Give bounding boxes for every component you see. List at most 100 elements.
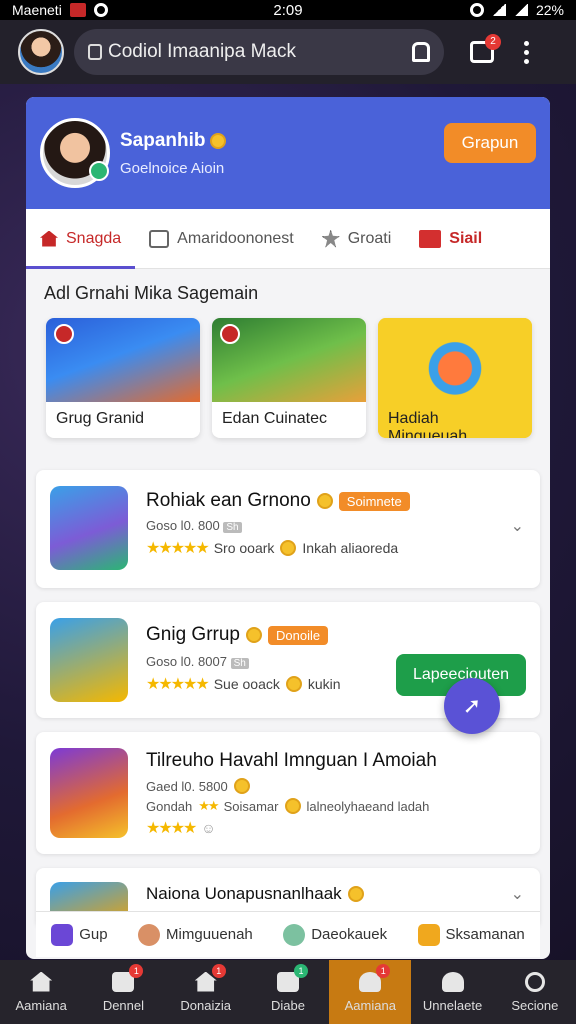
featured-tiles: Grug Granid Edan Cuinatec Hadiah Mingueu… — [26, 312, 550, 438]
signal-icon — [513, 4, 528, 16]
chart-icon — [419, 229, 442, 248]
rating-text: Sue ooack — [213, 676, 280, 692]
coin-icon — [347, 886, 364, 902]
featured-tile[interactable]: Hadiah Mingueuah — [378, 318, 532, 438]
gift-icon — [417, 923, 440, 946]
tab-chart[interactable]: Siail — [405, 209, 496, 268]
item-title: Gnig Grrup — [146, 624, 240, 645]
nav-label: Aamiana — [344, 997, 396, 1013]
edit-square-icon — [51, 923, 74, 946]
notification-badge: 1 — [211, 964, 226, 978]
tab-bar: Snagda Amaridoononest Groati Siail — [26, 209, 550, 269]
chevron-down-icon[interactable]: ⌄ — [511, 884, 524, 904]
star-rating: ★★★★★ — [146, 540, 210, 557]
quick-action-label: Daeokauek — [311, 926, 388, 943]
nav-item-search[interactable]: Secione — [494, 960, 576, 1024]
notification-badge: 1 — [129, 964, 144, 978]
home-icon — [30, 971, 53, 992]
nav-item-profile[interactable]: Unnelaete — [411, 960, 493, 1024]
more-menu-icon[interactable] — [524, 40, 529, 64]
featured-tile[interactable]: Edan Cuinatec — [212, 318, 366, 438]
quick-action-label: Sksamanan — [445, 926, 525, 943]
quick-action-label: Gup — [79, 926, 108, 943]
battery-level: 22% — [535, 2, 564, 18]
tile-badge-icon — [220, 324, 240, 344]
coin-icon — [209, 132, 226, 149]
smile-icon: ☺ — [201, 820, 216, 836]
coin-icon — [285, 676, 302, 692]
tab-label: Snagda — [66, 229, 122, 247]
section-title: Adl Grnahi Mika Sagemain — [44, 283, 259, 303]
item-meta: Goso l0. 8007 — [146, 654, 227, 669]
chevron-down-icon[interactable]: ⌄ — [511, 516, 524, 536]
item-meta-tag: Sh — [230, 658, 249, 669]
home-icon — [40, 230, 58, 247]
list-item[interactable]: Tilreuho Havahl Imnguan I Amoiah Gaed l0… — [36, 732, 540, 854]
list-item[interactable]: Rohiak ean Grnono Soimnete Goso l0. 800 … — [36, 470, 540, 588]
rating-extra: lalneolyhaeand ladah — [306, 798, 430, 814]
profile-subtitle: Goelnoice Aioin — [120, 159, 225, 177]
account-avatar[interactable] — [18, 29, 64, 75]
item-pill: Soimnete — [338, 491, 410, 511]
edit-icon — [149, 229, 170, 248]
nav-label: Donaizia — [180, 997, 231, 1013]
profile-name: Sapanhib — [120, 129, 206, 151]
tile-label: Edan Cuinatec — [212, 402, 366, 436]
coin-icon — [316, 493, 333, 509]
rating-extra: Inkah aliaoreda — [302, 540, 399, 556]
browser-app-bar: Codiol Imaanipa Mack 2 — [0, 20, 576, 84]
tab-home[interactable]: Snagda — [26, 209, 136, 269]
tab-label: Amaridoononest — [177, 229, 294, 247]
quick-action[interactable]: Daeokauek — [283, 923, 388, 946]
floating-action-button[interactable]: ➚ — [444, 678, 500, 734]
wifi-icon — [491, 4, 506, 16]
bottom-navigation: Aamiana 1 Dennel 1 Donaizia 1 Diabe 1 Aa… — [0, 960, 576, 1024]
sync-icon — [93, 3, 108, 17]
mini-stars: ★★ — [198, 798, 219, 813]
search-icon — [524, 971, 545, 992]
profile-cta-button[interactable]: Grapun — [444, 123, 536, 163]
nav-label: Diabe — [271, 997, 305, 1013]
featured-tile[interactable]: Grug Granid — [46, 318, 200, 438]
tab-edit[interactable]: Amaridoononest — [135, 209, 308, 268]
item-pill: Donoile — [267, 625, 329, 645]
nav-item-home[interactable]: Aamiana — [0, 960, 82, 1024]
profile-avatar[interactable] — [40, 118, 110, 188]
quick-action[interactable]: Gup — [51, 923, 108, 946]
coin-icon — [245, 627, 262, 643]
alarm-icon — [469, 3, 484, 17]
item-meta-line2-extra: Soisamar — [223, 798, 279, 814]
notification-app-icon — [69, 3, 86, 17]
quick-action-label: Mimguuenah — [166, 926, 253, 943]
item-title: Rohiak ean Grnono — [146, 490, 311, 511]
tabs-button[interactable]: 2 — [470, 34, 501, 63]
quick-action[interactable]: Mimguuenah — [138, 923, 253, 946]
coin-icon — [233, 778, 250, 794]
tabs-count-badge: 2 — [485, 34, 501, 50]
status-bar: Maeneti 2:09 22% — [0, 0, 576, 20]
notification-badge: 1 — [293, 964, 308, 978]
quick-action-bar: Gup Mimguuenah Daeokauek Sksamanan — [36, 911, 540, 957]
app-icon — [50, 486, 128, 570]
item-meta: Goso l0. 800 — [146, 518, 220, 533]
nav-item-store[interactable]: 1 Donaizia — [165, 960, 247, 1024]
app-icon — [50, 618, 128, 702]
coin-icon — [284, 798, 301, 814]
nav-item-active[interactable]: 1 Aamiana — [329, 960, 412, 1024]
quick-action[interactable]: Sksamanan — [417, 923, 525, 946]
avatar-icon — [138, 923, 161, 946]
url-bar[interactable]: Codiol Imaanipa Mack — [74, 29, 444, 75]
verified-icon — [89, 161, 109, 181]
user-icon — [441, 971, 464, 992]
url-text: Codiol Imaanipa Mack — [108, 41, 296, 62]
home-icon[interactable] — [412, 42, 430, 62]
nav-item-chat[interactable]: 1 Diabe — [247, 960, 329, 1024]
nav-item-mail[interactable]: 1 Dennel — [82, 960, 164, 1024]
item-meta: Gaed l0. 5800 — [146, 778, 228, 794]
app-icon — [50, 748, 128, 838]
carrier-label: Maeneti — [12, 2, 62, 18]
main-card: Sapanhib Goelnoice Aioin Grapun Snagda A… — [26, 97, 550, 959]
item-title: Tilreuho Havahl Imnguan I Amoiah — [146, 750, 437, 771]
tile-artwork — [378, 318, 532, 402]
tab-star[interactable]: Groati — [308, 209, 406, 268]
